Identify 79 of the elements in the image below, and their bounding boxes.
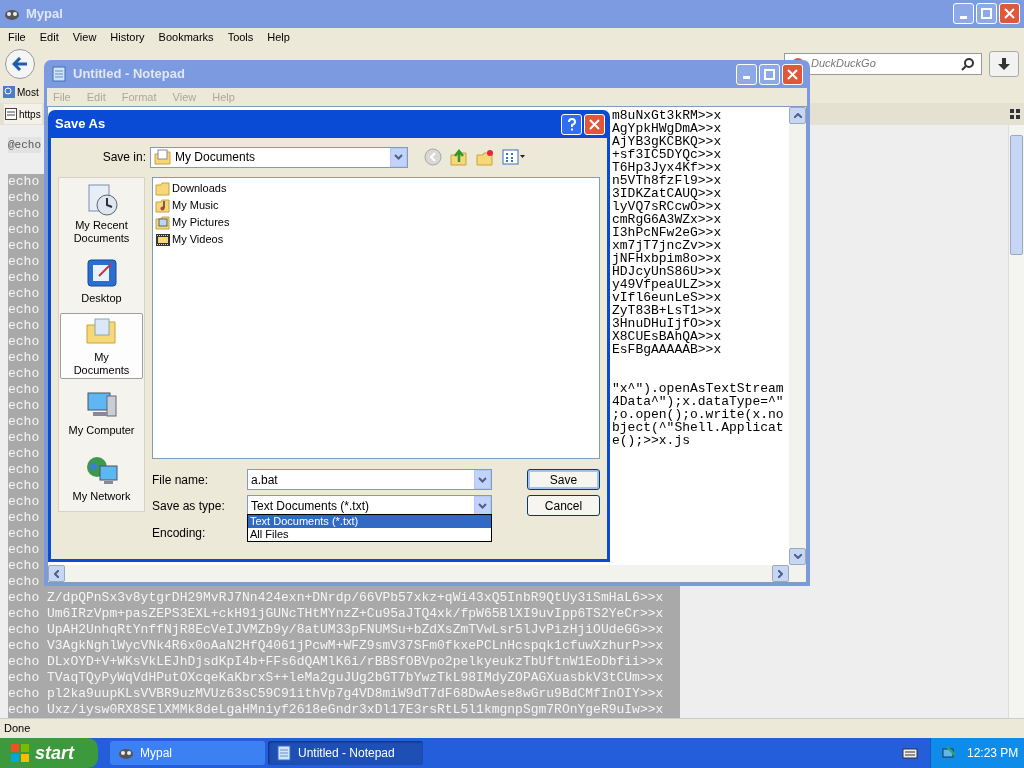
browser-tab[interactable]: https (4, 104, 42, 125)
keyboard-icon (902, 746, 918, 760)
download-button[interactable] (989, 50, 1019, 77)
notepad-icon (276, 745, 292, 761)
help-icon (566, 117, 577, 131)
window-title: Untitled - Notepad (73, 65, 186, 84)
menu-item[interactable]: History (110, 28, 145, 45)
network-tray-icon (941, 745, 957, 761)
text-line: ZyT83B+LsT1>>x (612, 304, 722, 317)
text-line: 4Data^");x.dataType=^" (612, 395, 784, 408)
scrollbar[interactable] (789, 107, 806, 565)
scrollbar[interactable] (1008, 125, 1024, 719)
menu-item[interactable]: Edit (39, 28, 59, 45)
status-text: Done (4, 721, 31, 737)
pictures-folder-icon (155, 214, 171, 231)
back-button[interactable] (5, 48, 35, 79)
windows-logo-icon (10, 743, 30, 763)
close-button[interactable] (782, 63, 803, 85)
menu-item[interactable]: Bookmarks (158, 28, 214, 45)
file-name-field[interactable]: a.bat (247, 469, 492, 490)
search-icon (961, 56, 975, 71)
text-line: +sf3IC5DYQc>>x (612, 148, 722, 161)
taskbar-button[interactable]: Untitled - Notepad (268, 741, 423, 765)
field-label: Save in: (101, 149, 147, 166)
text-line: HDJcyUnS86U>>x (612, 265, 722, 278)
text-line: m8uNxGt3kRM>>x (612, 109, 722, 122)
help-button[interactable] (561, 113, 582, 135)
close-icon (589, 118, 600, 130)
text-line: jNFHxbpim8o>>x (612, 252, 722, 265)
close-button[interactable] (584, 113, 605, 135)
field-label: Encoding: (152, 525, 207, 542)
text-line: AjYB3gKCBKQ>>x (612, 135, 722, 148)
dropdown-option[interactable]: All Files (248, 528, 491, 541)
text-line: "x^").openAsTextStream (612, 382, 784, 395)
scrollbar[interactable] (48, 565, 806, 582)
close-icon (1004, 8, 1015, 20)
music-folder-icon (155, 197, 171, 214)
dialog-title: Save As (55, 115, 107, 134)
up-folder-icon (450, 148, 468, 166)
notepad-icon (51, 66, 67, 82)
download-icon (997, 56, 1011, 71)
views-menu-icon (502, 149, 526, 165)
minimize-button[interactable] (736, 63, 757, 85)
documents-folder-icon (154, 149, 172, 165)
new-folder-icon (476, 148, 494, 166)
menu-item[interactable]: Help (267, 28, 290, 45)
page-icon (5, 108, 17, 121)
text-line: AgYpkHWgDmA>>x (612, 122, 722, 135)
search-field[interactable]: DuckDuckGo (784, 52, 982, 75)
menu-item[interactable]: View (72, 28, 97, 45)
maximize-button[interactable] (976, 3, 997, 25)
minimize-button[interactable] (953, 3, 974, 25)
menu-item[interactable]: File (8, 28, 26, 45)
file-type-dropdown[interactable]: Text Documents (*.txt) (247, 495, 492, 516)
save-button[interactable]: Save (527, 469, 600, 490)
places-item[interactable]: My Documents (60, 313, 143, 379)
folder-dropdown[interactable]: My Documents (150, 146, 408, 168)
tab-list-icon (1010, 109, 1020, 120)
back-icon (424, 148, 442, 166)
dropdown-option[interactable]: Text Documents (*.txt) (248, 515, 491, 528)
folder-icon (155, 180, 171, 197)
window-title: Mypal (26, 5, 64, 24)
maximize-icon (981, 8, 992, 20)
video-folder-icon (155, 231, 171, 248)
clock: 12:23 PM (967, 745, 1019, 762)
close-icon (787, 68, 798, 80)
close-button[interactable] (999, 3, 1020, 25)
bookmark-icon (3, 86, 15, 99)
text-line: T6Hp3Jyx4Kf>>x (612, 161, 722, 174)
minimize-icon (960, 15, 967, 19)
taskbar-button[interactable]: Mypal (110, 741, 265, 765)
menu-item[interactable]: Tools (227, 28, 254, 45)
maximize-icon (764, 68, 775, 80)
minimize-icon (743, 76, 750, 79)
maximize-button[interactable] (759, 63, 780, 85)
cancel-button[interactable]: Cancel (527, 495, 600, 516)
bookmark-item[interactable]: Most (17, 84, 39, 100)
start-button[interactable]: start (0, 738, 98, 768)
back-arrow-icon (12, 56, 28, 71)
